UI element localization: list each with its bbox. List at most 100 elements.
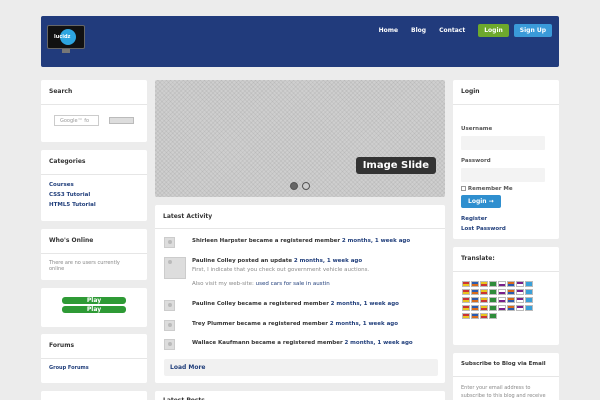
slide-caption: Image Slide [355,157,436,174]
search-title: Search [49,88,73,95]
activity-time[interactable]: 2 months, 1 week ago [344,340,412,346]
search-input[interactable]: Google™ fo [54,115,99,126]
image-slider[interactable]: Image Slide [155,80,445,197]
language-flag-icon[interactable] [462,289,470,295]
activity-link[interactable]: used cars for sale in austin [256,281,330,287]
category-html5[interactable]: HTML5 Tutorial [49,202,147,208]
activity-user[interactable]: Trey Plummer [192,321,235,327]
language-flag-icon[interactable] [507,289,515,295]
play-button[interactable]: Play [62,297,126,304]
language-flag-icon[interactable] [462,305,470,311]
sidebar-widget [41,391,147,400]
nav-contact[interactable]: Contact [439,27,465,34]
translate-title: Translate: [461,255,495,262]
password-field[interactable] [461,168,545,182]
language-flag-icon[interactable] [462,297,470,303]
language-flag-icon[interactable] [498,297,506,303]
username-field[interactable] [461,136,545,150]
language-flag-icon[interactable] [489,313,497,319]
language-flag-icon[interactable] [480,313,488,319]
activity-user[interactable]: Shirleen Harpster [192,238,247,244]
username-label: Username [461,126,493,132]
search-submit-button[interactable] [109,117,134,124]
load-more-button[interactable]: Load More [164,359,438,376]
activity-time[interactable]: 2 months, 1 week ago [330,321,398,327]
signup-button[interactable]: Sign Up [513,24,552,37]
language-flag-icon[interactable] [480,281,488,287]
lost-password-link[interactable]: Lost Password [461,226,559,232]
language-flag-icon[interactable] [516,281,524,287]
play-button[interactable]: Play [62,306,126,313]
latest-posts-widget: Latest Posts [155,391,445,400]
language-flag-icon[interactable] [489,289,497,295]
language-flag-icon[interactable] [480,305,488,311]
subscribe-title: Subscribe to Blog via Email [461,361,546,367]
login-submit-button[interactable]: Login → [461,195,501,208]
activity-also: Also visit my web-site: used cars for sa… [192,281,330,287]
language-flag-icon[interactable] [525,281,533,287]
language-flag-icon[interactable] [498,289,506,295]
forums-title: Forums [49,342,75,349]
remember-me[interactable]: Remember Me [461,186,559,192]
language-flag-icon[interactable] [471,289,479,295]
language-flag-icon[interactable] [480,297,488,303]
language-flag-icon[interactable] [489,305,497,311]
avatar[interactable] [164,320,175,331]
avatar[interactable] [164,300,175,311]
language-flag-icon[interactable] [516,297,524,303]
avatar[interactable] [164,339,175,350]
remember-checkbox[interactable] [461,186,466,191]
language-flag-icon[interactable] [525,297,533,303]
slider-dot-active[interactable] [290,182,298,190]
main-nav: Home Blog Contact Login Sign Up [379,24,559,37]
language-flag-icon[interactable] [489,281,497,287]
online-title: Who's Online [49,237,94,244]
language-flag-icon[interactable] [525,305,533,311]
activity-user[interactable]: Pauline Colley [192,258,236,264]
latest-activity-widget: Latest Activity Shirleen Harpster became… [155,205,445,383]
login-title: Login [461,88,480,95]
language-flag-icon[interactable] [471,297,479,303]
nav-home[interactable]: Home [379,27,398,34]
category-courses[interactable]: Courses [49,182,147,188]
subscribe-text: Enter your email address to subscribe to … [461,385,546,399]
group-forums-link[interactable]: Group Forums [49,365,147,371]
register-link[interactable]: Register [461,216,559,222]
login-button[interactable]: Login [478,24,509,37]
activity-user[interactable]: Wallace Kaufmann [192,340,250,346]
avatar[interactable] [164,257,186,279]
latest-posts-title: Latest Posts [155,391,445,400]
slider-dot[interactable] [302,182,310,190]
language-flag-icon[interactable] [507,305,515,311]
activity-title: Latest Activity [163,213,213,220]
category-css3[interactable]: CSS3 Tutorial [49,192,147,198]
language-flag-icon[interactable] [498,305,506,311]
translate-widget: Translate: [453,247,559,345]
avatar[interactable] [164,237,175,248]
language-flag-icon[interactable] [462,281,470,287]
language-flag-icon[interactable] [462,313,470,319]
language-flags[interactable] [462,281,534,321]
activity-time[interactable]: 2 months, 1 week ago [294,258,362,264]
language-flag-icon[interactable] [471,305,479,311]
language-flag-icon[interactable] [489,297,497,303]
activity-time[interactable]: 2 months, 1 week ago [331,301,399,307]
whos-online-widget: Who's Online There are no users currentl… [41,229,147,280]
language-flag-icon[interactable] [525,289,533,295]
language-flag-icon[interactable] [507,281,515,287]
language-flag-icon[interactable] [516,289,524,295]
language-flag-icon[interactable] [471,281,479,287]
password-label: Password [461,158,491,164]
language-flag-icon[interactable] [516,305,524,311]
activity-excerpt: First, I indicate that you check out gov… [192,267,370,273]
nav-blog[interactable]: Blog [411,27,426,34]
language-flag-icon[interactable] [480,289,488,295]
play-widget: Play Play [41,288,147,327]
language-flag-icon[interactable] [498,281,506,287]
activity-time[interactable]: 2 months, 1 week ago [342,238,410,244]
language-flag-icon[interactable] [471,313,479,319]
language-flag-icon[interactable] [507,297,515,303]
activity-user[interactable]: Pauline Colley [192,301,236,307]
search-widget: Search Google™ fo [41,80,147,142]
site-logo[interactable]: lucidz [47,25,85,55]
